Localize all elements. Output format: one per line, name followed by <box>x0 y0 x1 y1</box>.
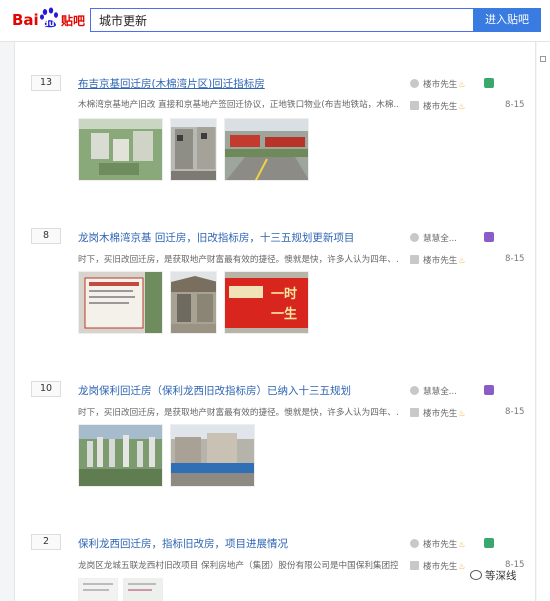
thread-author[interactable]: 楼市先生♨ <box>410 78 466 90</box>
corner-mark-icon <box>540 56 546 62</box>
flame-icon: ♨ <box>458 540 466 549</box>
reply-icon <box>410 561 419 570</box>
reply-count: 2 <box>31 534 61 550</box>
forum-badge-icon <box>484 232 494 242</box>
thread-author[interactable]: 慧慧全... <box>410 232 457 244</box>
author-name: 楼市先生 <box>423 80 458 90</box>
reply-icon <box>410 101 419 110</box>
thread-title[interactable]: 龙岗保利回迁房（保利龙西旧改指标房）已纳入十三五规划 <box>78 383 351 398</box>
thread-image[interactable] <box>170 118 217 181</box>
user-icon <box>410 539 419 548</box>
flame-icon: ♨ <box>458 409 466 418</box>
flame-icon: ♨ <box>458 256 466 265</box>
replier-name: 楼市先生 <box>423 256 458 266</box>
reply-icon <box>410 408 419 417</box>
construction-site-image <box>171 425 254 486</box>
top-bar: Bai du 贴吧 进入贴吧 <box>0 0 550 42</box>
thread-title[interactable]: 保利龙西回迁房，指标旧改房，项目进展情况 <box>78 536 288 551</box>
reply-icon <box>410 255 419 264</box>
thread-image[interactable] <box>170 424 255 487</box>
document-image <box>79 579 117 600</box>
reply-count: 8 <box>31 228 61 244</box>
replier-name: 楼市先生 <box>423 102 458 112</box>
banner-text-line1: 一时 <box>271 286 297 302</box>
author-name: 慧慧全... <box>423 387 457 397</box>
replier-name: 楼市先生 <box>423 562 458 572</box>
last-replier[interactable]: 楼市先生♨ <box>410 100 466 112</box>
thread-date: 8-15 <box>505 254 525 264</box>
flame-icon: ♨ <box>458 102 466 111</box>
old-building-image <box>171 272 216 333</box>
user-icon <box>410 79 419 88</box>
banner-text-line2: 一生 <box>271 306 297 322</box>
baidu-tieba-logo[interactable]: Bai du 贴吧 <box>12 7 87 33</box>
thread-image[interactable] <box>78 424 163 487</box>
flame-icon: ♨ <box>458 80 466 89</box>
last-replier[interactable]: 楼市先生♨ <box>410 254 466 266</box>
aerial-view-image <box>79 119 162 180</box>
notice-board-image <box>79 272 162 333</box>
watermark-text: 等深线 <box>485 570 517 582</box>
author-name: 楼市先生 <box>423 540 458 550</box>
reply-count: 10 <box>31 381 61 397</box>
user-icon <box>410 233 419 242</box>
user-icon <box>410 386 419 395</box>
forum-badge-icon <box>484 385 494 395</box>
wechat-icon <box>470 570 482 580</box>
replier-name: 楼市先生 <box>423 409 458 419</box>
thread-date: 8-15 <box>505 100 525 110</box>
reply-count: 13 <box>31 75 61 91</box>
flame-icon: ♨ <box>458 562 466 571</box>
logo-bai: Bai <box>12 11 39 29</box>
document-image <box>124 579 162 600</box>
road-scene-image <box>225 119 308 180</box>
thread-image[interactable] <box>78 271 163 334</box>
thread-author[interactable]: 慧慧全... <box>410 385 457 397</box>
thread-image[interactable]: 一时 一生 <box>224 271 309 334</box>
street-photo-image <box>171 119 216 180</box>
right-side-strip <box>537 42 550 601</box>
thread-desc: 龙岗区龙城五联龙西村旧改项目 保利房地产（集团）股份有限公司是中国保利集团控..… <box>78 561 398 571</box>
thread-title[interactable]: 龙岗木棉湾京基 回迁房，旧改指标房，十三五规划更新项目 <box>78 230 354 245</box>
last-replier[interactable]: 楼市先生♨ <box>410 560 466 572</box>
rendering-image <box>79 425 162 486</box>
thread-desc: 木棉湾京基地产旧改 直接和京基地产签回迁协议，正地铁口物业(布吉地铁站，木棉..… <box>78 100 398 110</box>
logo-tieba: 贴吧 <box>61 14 86 28</box>
thread-desc: 时下，买旧改回迁房，是获取地产财富最有效的捷径。懊就是快，许多人认为四年、... <box>78 255 398 265</box>
thread-author[interactable]: 楼市先生♨ <box>410 538 466 550</box>
logo-du: du <box>43 19 55 28</box>
thread-image[interactable] <box>224 118 309 181</box>
wechat-watermark: 等深线 <box>470 568 517 583</box>
enter-tieba-button[interactable]: 进入贴吧 <box>473 8 541 32</box>
thread-date: 8-15 <box>505 407 525 417</box>
thread-desc: 时下，买旧改回迁房，是获取地产财富最有效的捷径。懊就是快，许多人认为四年、... <box>78 408 398 418</box>
thread-image[interactable] <box>78 578 118 601</box>
author-name: 慧慧全... <box>423 234 457 244</box>
last-replier[interactable]: 楼市先生♨ <box>410 407 466 419</box>
red-banner-image: 一时 一生 <box>225 272 308 333</box>
thread-image[interactable] <box>78 118 163 181</box>
search-box[interactable] <box>90 8 473 32</box>
thread-image[interactable] <box>170 271 217 334</box>
search-input[interactable] <box>91 9 473 31</box>
forum-badge-icon <box>484 78 494 88</box>
thread-image[interactable] <box>123 578 163 601</box>
forum-badge-icon <box>484 538 494 548</box>
thread-list: 13 布吉京基回迁房(木棉湾片区)回迁指标房 木棉湾京基地产旧改 直接和京基地产… <box>14 42 536 601</box>
thread-title[interactable]: 布吉京基回迁房(木棉湾片区)回迁指标房 <box>78 76 265 91</box>
